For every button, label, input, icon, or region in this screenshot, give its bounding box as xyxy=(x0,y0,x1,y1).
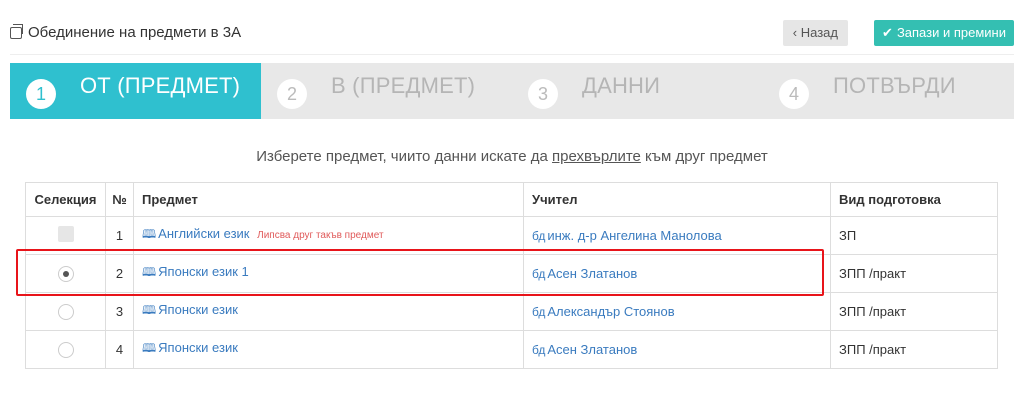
subject-cell: 🕮 Английски език Липсва друг такъв предме… xyxy=(133,216,524,255)
step-label: ДАННИ xyxy=(582,73,661,98)
external-window-icon xyxy=(10,23,23,39)
teacher-cell: бд Асен Златанов xyxy=(523,330,831,369)
save-and-continue-button[interactable]: ✔ Запази и премини xyxy=(874,20,1014,46)
table-row: 2 🕮 Японски език 1 бд Асен Златанов ЗПП /п… xyxy=(25,254,998,293)
selection-cell xyxy=(25,330,106,369)
subject-link[interactable]: Японски език 1 xyxy=(158,264,249,279)
selection-cell xyxy=(25,216,106,255)
prep-type-cell: ЗПП /практ xyxy=(830,292,998,331)
subject-cell: 🕮 Японски език xyxy=(133,292,524,331)
check-icon: ✔ xyxy=(882,25,893,40)
disabled-selector xyxy=(57,226,74,242)
row-number: 4 xyxy=(105,330,134,369)
selection-radio[interactable] xyxy=(57,341,74,358)
subject-link[interactable]: Японски език xyxy=(158,340,238,355)
instruction-text: Изберете предмет, чиито данни искате да … xyxy=(0,148,1024,165)
table-row: 4 🕮 Японски език бд Асен Златанов ЗПП /пра… xyxy=(25,330,998,369)
table-row: 3 🕮 Японски език бд Александър Стоянов ЗПП… xyxy=(25,292,998,331)
teacher-icon: бд xyxy=(532,343,546,357)
selection-cell xyxy=(25,254,106,293)
book-icon: 🕮 xyxy=(142,227,157,241)
page-header: Обединение на предмети в 3А ‹ Назад ✔ Зап… xyxy=(10,18,1014,48)
page-title-text: Обединение на предмети в 3А xyxy=(28,24,242,41)
chevron-left-icon: ‹ xyxy=(792,25,798,40)
table-header-row: Селекция № Предмет Учител Вид подготовка xyxy=(25,182,998,217)
row-number: 1 xyxy=(105,216,134,255)
book-icon: 🕮 xyxy=(142,265,157,279)
instruction-underlined: прехвърлите xyxy=(552,148,641,165)
step-number: 3 xyxy=(528,79,558,109)
subject-link[interactable]: Японски език xyxy=(158,302,238,317)
prep-type-cell: ЗП xyxy=(830,216,998,255)
step-label: ПОТВЪРДИ xyxy=(833,73,956,98)
column-header-number: № xyxy=(105,182,134,217)
wizard-step-3[interactable]: 3 ДАННИ xyxy=(512,63,763,119)
subjects-table: Селекция № Предмет Учител Вид подготовка… xyxy=(25,182,998,369)
page-title: Обединение на предмети в 3А xyxy=(10,23,242,41)
teacher-cell: бд инж. д-р Ангелина Манолова xyxy=(523,216,831,255)
book-icon: 🕮 xyxy=(142,341,157,355)
teacher-cell: бд Асен Златанов xyxy=(523,254,831,293)
back-button[interactable]: ‹ Назад xyxy=(782,20,848,46)
wizard-step-2[interactable]: 2 В (ПРЕДМЕТ) xyxy=(261,63,512,119)
wizard-step-1[interactable]: 1 ОТ (ПРЕДМЕТ) xyxy=(10,63,261,119)
prep-type-cell: ЗПП /практ xyxy=(830,254,998,293)
teacher-icon: бд xyxy=(532,229,546,243)
prep-type-cell: ЗПП /практ xyxy=(830,330,998,369)
subject-cell: 🕮 Японски език 1 xyxy=(133,254,524,293)
teacher-link[interactable]: Асен Златанов xyxy=(547,342,637,357)
teacher-icon: бд xyxy=(532,305,546,319)
subject-cell: 🕮 Японски език xyxy=(133,330,524,369)
header-divider xyxy=(10,54,1014,55)
column-header-subject: Предмет xyxy=(133,182,524,217)
step-label: В (ПРЕДМЕТ) xyxy=(331,73,476,98)
step-number: 2 xyxy=(277,79,307,109)
teacher-cell: бд Александър Стоянов xyxy=(523,292,831,331)
teacher-link[interactable]: Асен Златанов xyxy=(547,266,637,281)
wizard-steps: 1 ОТ (ПРЕДМЕТ) 2 В (ПРЕДМЕТ) 3 ДАННИ 4 П… xyxy=(10,63,1014,119)
teacher-link[interactable]: Александър Стоянов xyxy=(547,304,674,319)
column-header-teacher: Учител xyxy=(523,182,831,217)
row-number: 3 xyxy=(105,292,134,331)
book-icon: 🕮 xyxy=(142,303,157,317)
column-header-prep-type: Вид подготовка xyxy=(830,182,998,217)
selection-radio[interactable] xyxy=(57,265,74,282)
step-number: 4 xyxy=(779,79,809,109)
column-header-selection: Селекция xyxy=(25,182,106,217)
instruction-part-1: Изберете предмет, чиито данни искате да xyxy=(256,148,553,165)
selection-cell xyxy=(25,292,106,331)
selection-radio[interactable] xyxy=(57,303,74,320)
row-number: 2 xyxy=(105,254,134,293)
instruction-part-2: към друг предмет xyxy=(640,148,768,165)
subject-link[interactable]: Английски език xyxy=(158,226,249,241)
step-label: ОТ (ПРЕДМЕТ) xyxy=(80,73,241,98)
step-number: 1 xyxy=(26,79,56,109)
missing-subject-note: Липсва друг такъв предмет xyxy=(257,230,384,241)
back-button-label: Назад xyxy=(800,25,838,40)
save-button-label: Запази и премини xyxy=(896,25,1006,40)
table-row: 1 🕮 Английски език Липсва друг такъв пред… xyxy=(25,216,998,255)
teacher-link[interactable]: инж. д-р Ангелина Манолова xyxy=(547,228,721,243)
wizard-step-4[interactable]: 4 ПОТВЪРДИ xyxy=(763,63,1014,119)
teacher-icon: бд xyxy=(532,267,546,281)
